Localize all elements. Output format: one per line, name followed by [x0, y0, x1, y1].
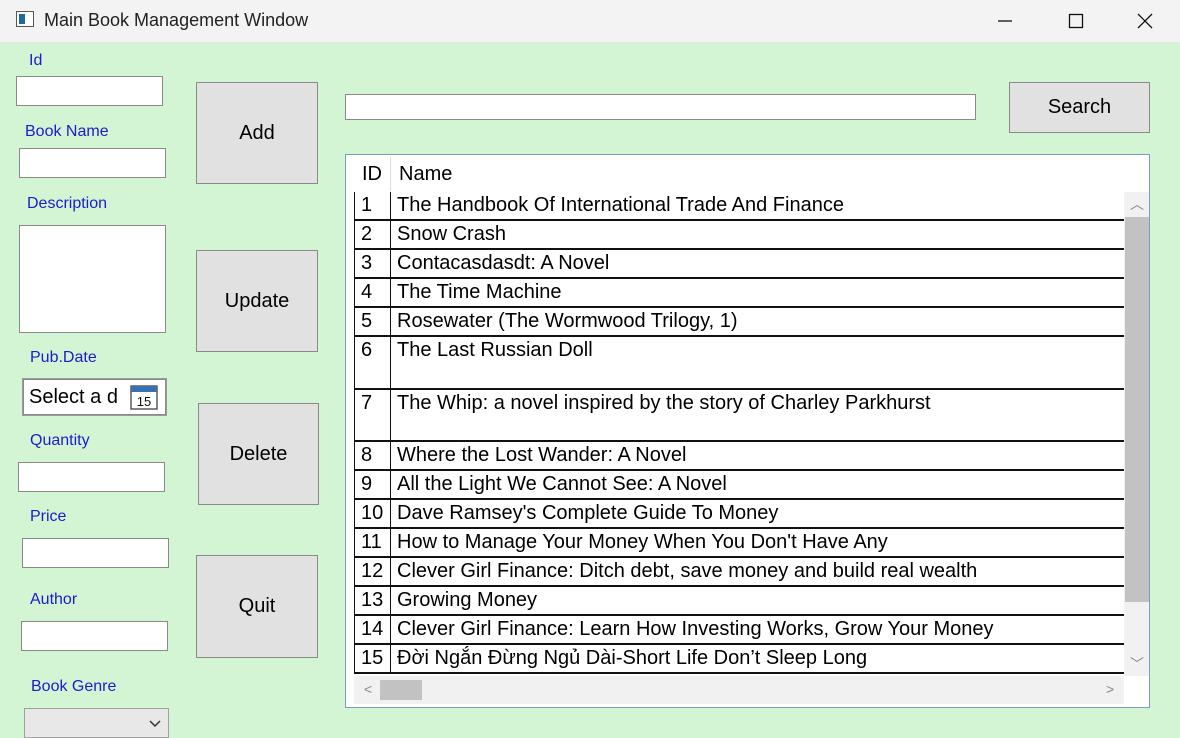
row-id-cell: 3 — [355, 250, 391, 277]
row-name-cell: Contacasdasdt: A Novel — [397, 252, 610, 274]
table-row[interactable]: 11 How to Manage Your Money When You Don'… — [354, 529, 1124, 558]
scroll-right-arrow-icon[interactable]: > — [1106, 681, 1114, 697]
minimize-button[interactable] — [970, 0, 1040, 42]
pub-date-picker[interactable]: Select a d 15 — [22, 378, 167, 416]
row-id-cell: 8 — [355, 442, 391, 469]
row-id-cell: 5 — [355, 308, 391, 335]
grid-header: ID Name — [354, 157, 1124, 191]
row-id-cell: 10 — [355, 500, 391, 527]
column-header-name[interactable]: Name — [399, 157, 452, 191]
table-row[interactable]: 7 The Whip: a novel inspired by the story… — [354, 390, 1124, 442]
row-id-cell: 6 — [355, 337, 391, 388]
author-label: Author — [30, 591, 78, 608]
app-icon — [16, 11, 34, 27]
description-label: Description — [27, 195, 108, 212]
quantity-label: Quantity — [30, 432, 90, 449]
delete-button[interactable]: Delete — [198, 403, 319, 505]
minimize-icon — [998, 20, 1012, 22]
maximize-button[interactable] — [1041, 0, 1111, 42]
quantity-input[interactable] — [18, 462, 165, 492]
id-input[interactable] — [16, 76, 163, 106]
table-row[interactable]: 15 Đời Ngắn Đừng Ngủ Dài-Short Life Don’t… — [354, 645, 1124, 674]
vertical-scroll-thumb[interactable] — [1125, 217, 1149, 602]
row-id-cell: 1 — [355, 192, 391, 219]
row-name-cell: Where the Lost Wander: A Novel — [397, 444, 687, 466]
table-row[interactable]: 1 The Handbook Of International Trade And… — [354, 192, 1124, 221]
row-id-cell: 14 — [355, 616, 391, 643]
update-button[interactable]: Update — [196, 250, 318, 352]
table-row[interactable]: 3 Contacasdasdt: A Novel — [354, 250, 1124, 279]
row-id-cell: 12 — [355, 558, 391, 585]
row-id-cell: 4 — [355, 279, 391, 306]
row-id-cell: 13 — [355, 587, 391, 614]
price-input[interactable] — [22, 538, 169, 568]
table-row[interactable]: 8 Where the Lost Wander: A Novel — [354, 442, 1124, 471]
description-input[interactable] — [19, 225, 166, 333]
grid-rows: 1 The Handbook Of International Trade And… — [354, 192, 1124, 674]
row-name-cell: All the Light We Cannot See: A Novel — [397, 473, 727, 495]
close-button[interactable] — [1110, 0, 1180, 42]
horizontal-scroll-thumb[interactable] — [380, 680, 422, 700]
scroll-down-arrow-icon[interactable]: ﹀ — [1130, 654, 1144, 674]
scroll-left-arrow-icon[interactable]: < — [364, 681, 372, 697]
row-id-cell: 11 — [355, 529, 391, 556]
row-name-cell: Clever Girl Finance: Learn How Investing… — [397, 618, 994, 640]
row-name-cell: How to Manage Your Money When You Don't … — [397, 531, 888, 553]
table-row[interactable]: 9 All the Light We Cannot See: A Novel — [354, 471, 1124, 500]
price-label: Price — [30, 508, 67, 525]
row-name-cell: Đời Ngắn Đừng Ngủ Dài-Short Life Don’t S… — [397, 647, 868, 669]
books-grid[interactable]: ID Name 1 The Handbook Of International T… — [345, 154, 1150, 708]
calendar-icon-day: 15 — [137, 394, 151, 409]
row-name-cell: The Handbook Of International Trade And … — [397, 194, 844, 216]
row-id-cell: 15 — [355, 645, 391, 672]
column-header-id[interactable]: ID — [354, 157, 391, 191]
add-button[interactable]: Add — [196, 82, 318, 184]
table-row[interactable]: 14 Clever Girl Finance: Learn How Investi… — [354, 616, 1124, 645]
close-icon — [1137, 13, 1153, 29]
table-row[interactable]: 13 Growing Money — [354, 587, 1124, 616]
table-row[interactable]: 10 Dave Ramsey's Complete Guide To Money — [354, 500, 1124, 529]
table-row[interactable]: 12 Clever Girl Finance: Ditch debt, save … — [354, 558, 1124, 587]
calendar-icon[interactable]: 15 — [130, 384, 158, 410]
window-title: Main Book Management Window — [44, 10, 309, 30]
row-name-cell: Growing Money — [397, 589, 538, 611]
table-row[interactable]: 2 Snow Crash — [354, 221, 1124, 250]
row-name-cell: Snow Crash — [397, 223, 506, 245]
row-name-cell: The Time Machine — [397, 281, 562, 303]
table-row[interactable]: 4 The Time Machine — [354, 279, 1124, 308]
table-row[interactable]: 5 Rosewater (The Wormwood Trilogy, 1) — [354, 308, 1124, 337]
search-input[interactable] — [345, 94, 976, 120]
book-name-input[interactable] — [19, 148, 166, 178]
maximize-icon — [1068, 13, 1084, 29]
quit-button[interactable]: Quit — [196, 555, 318, 658]
row-name-cell: Dave Ramsey's Complete Guide To Money — [397, 502, 779, 524]
title-bar: Main Book Management Window — [0, 0, 1180, 43]
row-name-cell: The Whip: a novel inspired by the story … — [397, 392, 931, 414]
scroll-up-arrow-icon[interactable]: ︿ — [1130, 194, 1144, 214]
row-name-cell: Clever Girl Finance: Ditch debt, save mo… — [397, 560, 978, 582]
pub-date-label: Pub.Date — [30, 349, 97, 366]
row-name-cell: Rosewater (The Wormwood Trilogy, 1) — [397, 310, 738, 332]
genre-select[interactable] — [24, 708, 169, 738]
row-id-cell: 7 — [355, 390, 391, 440]
row-id-cell: 2 — [355, 221, 391, 248]
chevron-down-icon — [149, 720, 161, 728]
table-row[interactable]: 6 The Last Russian Doll — [354, 337, 1124, 390]
row-name-cell: The Last Russian Doll — [397, 339, 593, 361]
pub-date-text: Select a d — [29, 386, 118, 408]
row-id-cell: 9 — [355, 471, 391, 498]
horizontal-scrollbar[interactable]: < > — [354, 676, 1124, 704]
id-label: Id — [29, 52, 43, 69]
genre-label: Book Genre — [31, 678, 117, 695]
author-input[interactable] — [21, 621, 168, 651]
book-name-label: Book Name — [25, 123, 109, 140]
vertical-scrollbar[interactable]: ︿ ﹀ — [1124, 192, 1149, 676]
search-button[interactable]: Search — [1009, 82, 1150, 133]
